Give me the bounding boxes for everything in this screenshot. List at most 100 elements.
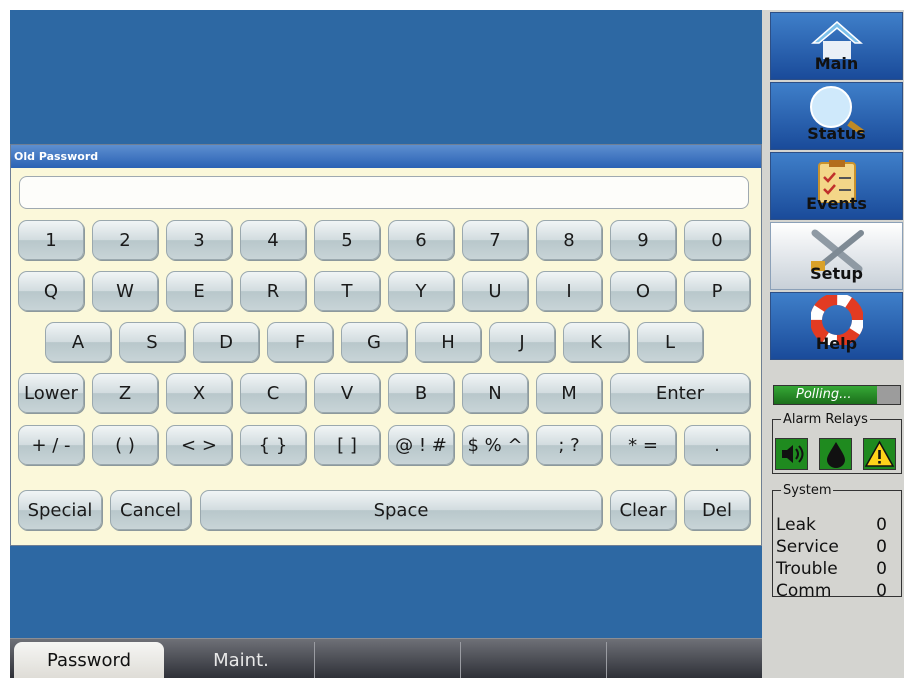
tab-empty-5[interactable] [606, 642, 758, 678]
key-at-bang-hash[interactable]: @ ! # [388, 425, 454, 465]
nav-help-label: Help [815, 334, 858, 353]
key-h[interactable]: H [415, 322, 481, 362]
key-s[interactable]: S [119, 322, 185, 362]
key-star-equals[interactable]: * = [610, 425, 676, 465]
tab-password[interactable]: Password [14, 642, 164, 678]
key-6[interactable]: 6 [388, 220, 454, 260]
key-2[interactable]: 2 [92, 220, 158, 260]
system-value-service: 0 [876, 537, 887, 557]
system-row-service: Service 0 [776, 536, 887, 558]
lower-key[interactable]: Lower [18, 373, 84, 413]
key-g[interactable]: G [341, 322, 407, 362]
system-value-comm: 0 [876, 581, 887, 601]
polling-remaining [877, 386, 900, 404]
speaker-relay-button[interactable] [775, 438, 808, 470]
drop-icon [827, 442, 845, 468]
nav-status-label: Status [807, 124, 866, 143]
main-area: Old Password 1 2 3 4 5 6 7 8 9 0 Q W E R… [10, 10, 762, 642]
system-title: System [783, 483, 832, 498]
dialog-title: Old Password [11, 145, 761, 168]
system-row-leak: Leak 0 [776, 514, 887, 536]
key-1[interactable]: 1 [18, 220, 84, 260]
key-braces[interactable]: { } [240, 425, 306, 465]
system-group: System Leak 0 Service 0 Trouble 0 Comm 0 [772, 483, 902, 601]
nav-status-button[interactable]: Status [770, 82, 903, 150]
key-8[interactable]: 8 [536, 220, 602, 260]
key-y[interactable]: Y [388, 271, 454, 311]
key-r[interactable]: R [240, 271, 306, 311]
key-a[interactable]: A [45, 322, 111, 362]
speaker-icon [782, 445, 804, 463]
nav-help-button[interactable]: Help [770, 292, 903, 360]
password-input[interactable] [19, 176, 749, 209]
key-x[interactable]: X [166, 373, 232, 413]
system-value-trouble: 0 [876, 559, 887, 579]
key-5[interactable]: 5 [314, 220, 380, 260]
key-v[interactable]: V [314, 373, 380, 413]
system-row-trouble: Trouble 0 [776, 558, 887, 580]
space-key[interactable]: Space [200, 490, 602, 530]
tab-maint[interactable]: Maint. [168, 642, 314, 678]
bottom-tab-bar: Password Maint. [10, 638, 762, 678]
special-key[interactable]: Special [18, 490, 102, 530]
key-q[interactable]: Q [18, 271, 84, 311]
key-3[interactable]: 3 [166, 220, 232, 260]
key-u[interactable]: U [462, 271, 528, 311]
key-n[interactable]: N [462, 373, 528, 413]
key-t[interactable]: T [314, 271, 380, 311]
alarm-relays-title: Alarm Relays [783, 412, 868, 427]
tab-empty-3[interactable] [314, 642, 460, 678]
system-label-service: Service [776, 537, 839, 557]
system-row-comm: Comm 0 [776, 580, 887, 602]
key-m[interactable]: M [536, 373, 602, 413]
key-dollar-percent-caret[interactable]: $ % ^ [462, 425, 528, 465]
nav-setup-label: Setup [810, 264, 863, 283]
key-4[interactable]: 4 [240, 220, 306, 260]
warning-icon [864, 440, 895, 467]
key-j[interactable]: J [489, 322, 555, 362]
key-w[interactable]: W [92, 271, 158, 311]
key-o[interactable]: O [610, 271, 676, 311]
nav-main-button[interactable]: Main [770, 12, 903, 80]
polling-fill: Polling... [774, 386, 878, 404]
system-label-leak: Leak [776, 515, 816, 535]
enter-key[interactable]: Enter [610, 373, 750, 413]
nav-events-button[interactable]: Events [770, 152, 903, 220]
key-c[interactable]: C [240, 373, 306, 413]
clear-key[interactable]: Clear [610, 490, 676, 530]
key-plus-slash-minus[interactable]: + / - [18, 425, 84, 465]
system-label-trouble: Trouble [776, 559, 838, 579]
key-parens[interactable]: ( ) [92, 425, 158, 465]
alarm-relays-group: Alarm Relays [772, 412, 902, 474]
system-label-comm: Comm [776, 581, 832, 601]
key-z[interactable]: Z [92, 373, 158, 413]
key-0[interactable]: 0 [684, 220, 750, 260]
key-brackets[interactable]: [ ] [314, 425, 380, 465]
key-9[interactable]: 9 [610, 220, 676, 260]
screen: Old Password 1 2 3 4 5 6 7 8 9 0 Q W E R… [10, 10, 904, 678]
key-b[interactable]: B [388, 373, 454, 413]
polling-progress: Polling... [773, 385, 901, 405]
nav-events-label: Events [806, 194, 867, 213]
cancel-key[interactable]: Cancel [110, 490, 191, 530]
key-d[interactable]: D [193, 322, 259, 362]
key-e[interactable]: E [166, 271, 232, 311]
key-period[interactable]: . [684, 425, 750, 465]
key-i[interactable]: I [536, 271, 602, 311]
system-value-leak: 0 [876, 515, 887, 535]
key-p[interactable]: P [684, 271, 750, 311]
key-f[interactable]: F [267, 322, 333, 362]
side-panel: Main Status Events Setup Help Polling...… [768, 10, 904, 678]
nav-setup-button[interactable]: Setup [770, 222, 903, 290]
key-angle-brackets[interactable]: < > [166, 425, 232, 465]
nav-main-label: Main [814, 54, 859, 73]
del-key[interactable]: Del [684, 490, 750, 530]
keyboard-dialog: Old Password 1 2 3 4 5 6 7 8 9 0 Q W E R… [10, 144, 762, 546]
tab-empty-4[interactable] [460, 642, 606, 678]
key-k[interactable]: K [563, 322, 629, 362]
key-semicolon-question[interactable]: ; ? [536, 425, 602, 465]
key-l[interactable]: L [637, 322, 703, 362]
warning-relay-button[interactable] [863, 438, 896, 470]
key-7[interactable]: 7 [462, 220, 528, 260]
leak-relay-button[interactable] [819, 438, 852, 470]
